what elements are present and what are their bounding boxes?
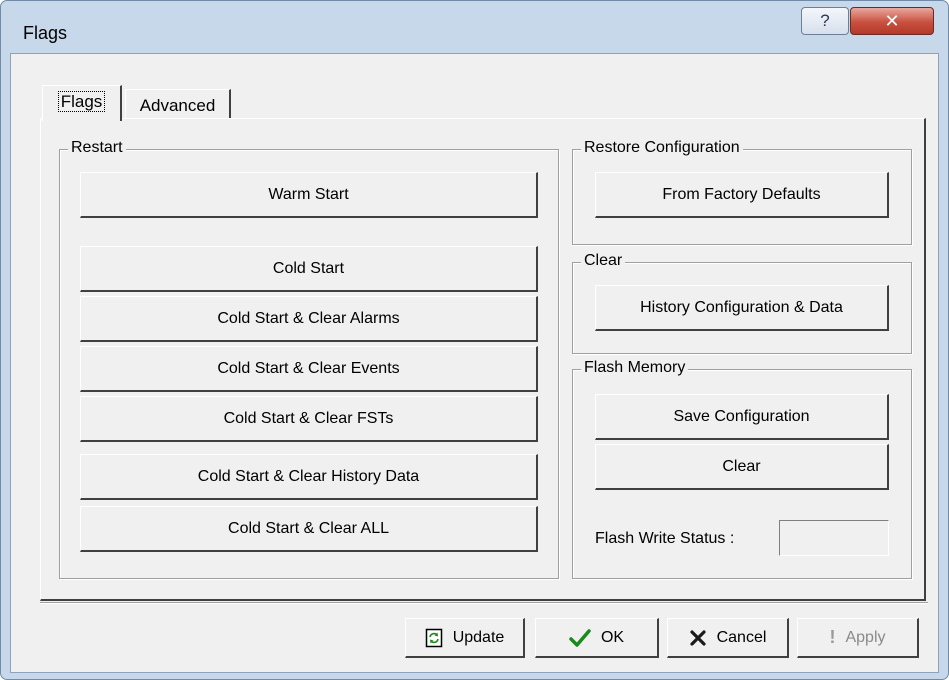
dialog-window: Flags ? ✕ Flags Advanced Restart Warm St… — [0, 0, 949, 680]
exclamation-icon: ! — [829, 627, 836, 647]
cold-start-button[interactable]: Cold Start — [80, 246, 538, 292]
restart-group: Restart Warm Start Cold Start Cold Start… — [59, 139, 559, 579]
warm-start-button[interactable]: Warm Start — [80, 172, 538, 218]
window-title: Flags — [23, 23, 68, 43]
close-button[interactable]: ✕ — [850, 7, 934, 35]
flash-clear-button[interactable]: Clear — [595, 444, 889, 490]
history-config-data-button[interactable]: History Configuration & Data — [595, 285, 889, 331]
flash-write-status-field — [779, 520, 889, 556]
factory-defaults-button[interactable]: From Factory Defaults — [595, 172, 889, 218]
cancel-button[interactable]: Cancel — [667, 618, 789, 658]
tab-panel-flags: Restart Warm Start Cold Start Cold Start… — [40, 118, 926, 601]
save-configuration-button[interactable]: Save Configuration — [595, 394, 889, 440]
close-icon: ✕ — [884, 10, 900, 31]
dialog-client: Flags Advanced Restart Warm Start Cold S… — [10, 53, 939, 673]
restore-configuration-group: Restore Configuration From Factory Defau… — [572, 139, 912, 245]
restart-group-title: Restart — [68, 139, 126, 157]
flash-write-status-label: Flash Write Status : — [595, 530, 735, 547]
ok-button[interactable]: OK — [535, 618, 659, 658]
cancel-label: Cancel — [716, 628, 767, 646]
ok-label: OK — [600, 628, 625, 646]
tab-flags[interactable]: Flags — [42, 85, 122, 121]
cold-start-clear-alarms-button[interactable]: Cold Start & Clear Alarms — [80, 296, 538, 342]
flash-memory-title: Flash Memory — [581, 359, 689, 377]
clear-group: Clear History Configuration & Data — [572, 252, 912, 354]
checkmark-icon — [569, 628, 591, 648]
help-icon: ? — [820, 11, 830, 30]
footer-separator — [40, 602, 928, 604]
cold-start-clear-all-button[interactable]: Cold Start & Clear ALL — [80, 506, 538, 552]
update-label: Update — [452, 628, 505, 646]
clear-group-title: Clear — [581, 252, 626, 270]
title-bar[interactable]: Flags ? ✕ — [1, 1, 948, 53]
help-button[interactable]: ? — [801, 7, 849, 35]
tab-advanced-label: Advanced — [139, 96, 216, 115]
cold-start-clear-fsts-button[interactable]: Cold Start & Clear FSTs — [80, 396, 538, 442]
apply-label: Apply — [845, 628, 886, 646]
cross-icon — [689, 629, 707, 647]
restore-configuration-title: Restore Configuration — [581, 139, 743, 157]
cold-start-clear-events-button[interactable]: Cold Start & Clear Events — [80, 346, 538, 392]
tab-advanced[interactable]: Advanced — [125, 89, 231, 119]
apply-button[interactable]: ! Apply — [797, 618, 919, 658]
flash-memory-group: Flash Memory Save Configuration Clear Fl… — [572, 359, 912, 579]
update-icon — [425, 628, 443, 648]
cold-start-clear-history-button[interactable]: Cold Start & Clear History Data — [80, 454, 538, 500]
tab-flags-label: Flags — [57, 91, 106, 112]
update-button[interactable]: Update — [405, 618, 525, 658]
